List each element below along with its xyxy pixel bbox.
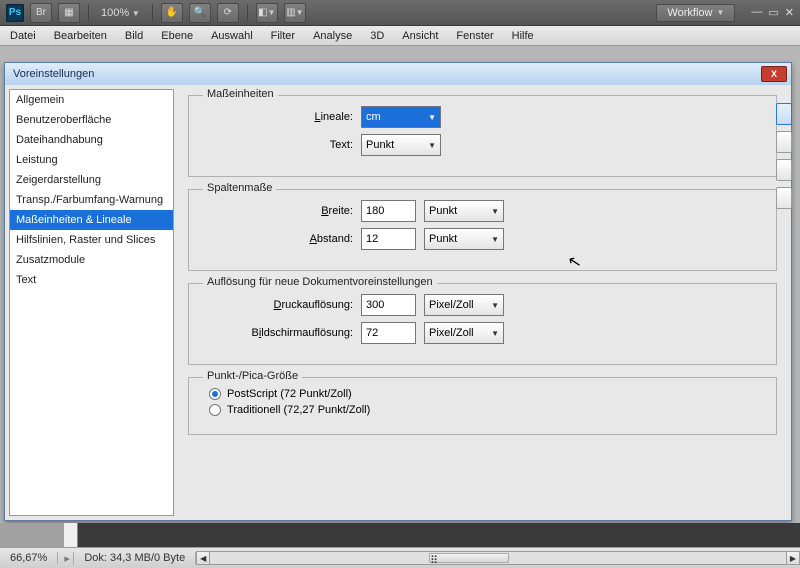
menu-bearbeiten[interactable]: Bearbeiten <box>54 30 107 42</box>
preferences-sidebar: Allgemein Benutzeroberfläche Dateihandha… <box>9 89 174 516</box>
sidebar-item-masseinheiten[interactable]: Maßeinheiten & Lineale <box>10 210 173 230</box>
scroll-left-button[interactable]: ◀ <box>196 551 210 565</box>
sidebar-item-dateihandhabung[interactable]: Dateihandhabung <box>10 130 173 150</box>
column-gutter-input[interactable] <box>361 228 416 250</box>
zoom-tool[interactable]: 🔍 <box>189 3 211 23</box>
menu-filter[interactable]: Filter <box>271 30 295 42</box>
cancel-button[interactable] <box>776 131 792 153</box>
print-res-input[interactable] <box>361 294 416 316</box>
status-zoom[interactable]: 66,67% <box>0 552 58 564</box>
print-res-unit-select[interactable]: Pixel/Zoll▼ <box>424 294 504 316</box>
units-legend: Maßeinheiten <box>203 88 278 100</box>
rulers-select[interactable]: cm▼ <box>361 106 441 128</box>
pica-postscript-radio[interactable] <box>209 388 221 400</box>
resolution-legend: Auflösung für neue Dokumentvoreinstellun… <box>203 276 437 288</box>
text-units-select[interactable]: Punkt▼ <box>361 134 441 156</box>
preferences-panel: Maßeinheiten Lineale: cm▼ Text: Punkt▼ S… <box>178 85 791 520</box>
sidebar-item-zusatzmodule[interactable]: Zusatzmodule <box>10 250 173 270</box>
screen-mode-button[interactable]: ◧ ▼ <box>256 3 278 23</box>
sidebar-item-allgemein[interactable]: Allgemein <box>10 90 173 110</box>
workspace-dropdown[interactable]: Workflow ▼ <box>656 4 735 22</box>
scroll-thumb[interactable]: ⠿ <box>429 553 509 563</box>
workspace-ruler-strip <box>0 523 800 547</box>
status-bar: 66,67% ▸ Dok: 34,3 MB/0 Byte ◀ ⠿ ▶ <box>0 547 800 568</box>
sidebar-item-zeigerdarstellung[interactable]: Zeigerdarstellung <box>10 170 173 190</box>
menu-hilfe[interactable]: Hilfe <box>512 30 534 42</box>
sidebar-item-hilfslinien[interactable]: Hilfslinien, Raster und Slices <box>10 230 173 250</box>
zoom-dropdown[interactable]: 100% ▼ <box>97 7 144 19</box>
screen-res-label: Bildschirmauflösung: <box>203 327 353 339</box>
prev-button[interactable] <box>776 159 792 181</box>
photoshop-logo: Ps <box>6 4 24 22</box>
rotate-tool[interactable]: ⟳ <box>217 3 239 23</box>
menu-datei[interactable]: Datei <box>10 30 36 42</box>
pica-traditional-label: Traditionell (72,27 Punkt/Zoll) <box>227 404 370 416</box>
column-gutter-label: Abstand: <box>203 233 353 245</box>
separator <box>88 4 89 22</box>
menu-ebene[interactable]: Ebene <box>161 30 193 42</box>
pica-fieldset: Punkt-/Pica-Größe PostScript (72 Punkt/Z… <box>188 377 777 435</box>
status-info-icon[interactable]: ▸ <box>58 552 74 565</box>
menu-bar: Datei Bearbeiten Bild Ebene Auswahl Filt… <box>0 26 800 46</box>
menu-bild[interactable]: Bild <box>125 30 143 42</box>
separator <box>152 4 153 22</box>
next-button[interactable] <box>776 187 792 209</box>
menu-auswahl[interactable]: Auswahl <box>211 30 253 42</box>
miniview-button[interactable]: ▦ <box>58 3 80 23</box>
dialog-title: Voreinstellungen <box>13 68 94 80</box>
dialog-close-button[interactable]: X <box>761 66 787 82</box>
text-units-label: Text: <box>203 139 353 151</box>
pica-legend: Punkt-/Pica-Größe <box>203 370 302 382</box>
maximize-button[interactable]: ▭ <box>768 6 778 19</box>
screen-res-unit-select[interactable]: Pixel/Zoll▼ <box>424 322 504 344</box>
scroll-right-button[interactable]: ▶ <box>786 551 800 565</box>
print-res-label: Druckauflösung: <box>203 299 353 311</box>
menu-3d[interactable]: 3D <box>370 30 384 42</box>
horizontal-scrollbar[interactable]: ◀ ⠿ ▶ <box>196 551 800 565</box>
arrange-button[interactable]: ▥ ▼ <box>284 3 306 23</box>
bridge-button[interactable]: Br <box>30 3 52 23</box>
resolution-fieldset: Auflösung für neue Dokumentvoreinstellun… <box>188 283 777 365</box>
units-fieldset: Maßeinheiten Lineale: cm▼ Text: Punkt▼ <box>188 95 777 177</box>
menu-analyse[interactable]: Analyse <box>313 30 352 42</box>
dialog-title-bar[interactable]: Voreinstellungen X <box>5 63 791 85</box>
sidebar-item-leistung[interactable]: Leistung <box>10 150 173 170</box>
sidebar-item-text[interactable]: Text <box>10 270 173 290</box>
column-gutter-unit-select[interactable]: Punkt▼ <box>424 228 504 250</box>
close-button[interactable]: ✕ <box>785 6 794 19</box>
column-width-input[interactable] <box>361 200 416 222</box>
menu-ansicht[interactable]: Ansicht <box>402 30 438 42</box>
separator <box>247 4 248 22</box>
sidebar-item-benutzeroberflaeche[interactable]: Benutzeroberfläche <box>10 110 173 130</box>
hand-tool[interactable]: ✋ <box>161 3 183 23</box>
columns-fieldset: Spaltenmaße Breite: Punkt▼ Abstand: Punk… <box>188 189 777 271</box>
pica-postscript-label: PostScript (72 Punkt/Zoll) <box>227 388 352 400</box>
ok-button[interactable] <box>776 103 792 125</box>
menu-fenster[interactable]: Fenster <box>456 30 493 42</box>
columns-legend: Spaltenmaße <box>203 182 276 194</box>
pica-traditional-radio[interactable] <box>209 404 221 416</box>
dialog-action-column <box>776 103 792 209</box>
preferences-dialog: Voreinstellungen X Allgemein Benutzerobe… <box>4 62 792 521</box>
ruler-corner <box>64 523 78 547</box>
app-toolbar: Ps Br ▦ 100% ▼ ✋ 🔍 ⟳ ◧ ▼ ▥ ▼ Workflow ▼ … <box>0 0 800 26</box>
sidebar-item-transparenz[interactable]: Transp./Farbumfang-Warnung <box>10 190 173 210</box>
screen-res-input[interactable] <box>361 322 416 344</box>
scroll-track[interactable]: ⠿ <box>210 551 786 565</box>
minimize-button[interactable]: — <box>751 6 762 19</box>
column-width-unit-select[interactable]: Punkt▼ <box>424 200 504 222</box>
rulers-label: Lineale: <box>203 111 353 123</box>
column-width-label: Breite: <box>203 205 353 217</box>
status-doc-info[interactable]: Dok: 34,3 MB/0 Byte <box>74 552 196 564</box>
